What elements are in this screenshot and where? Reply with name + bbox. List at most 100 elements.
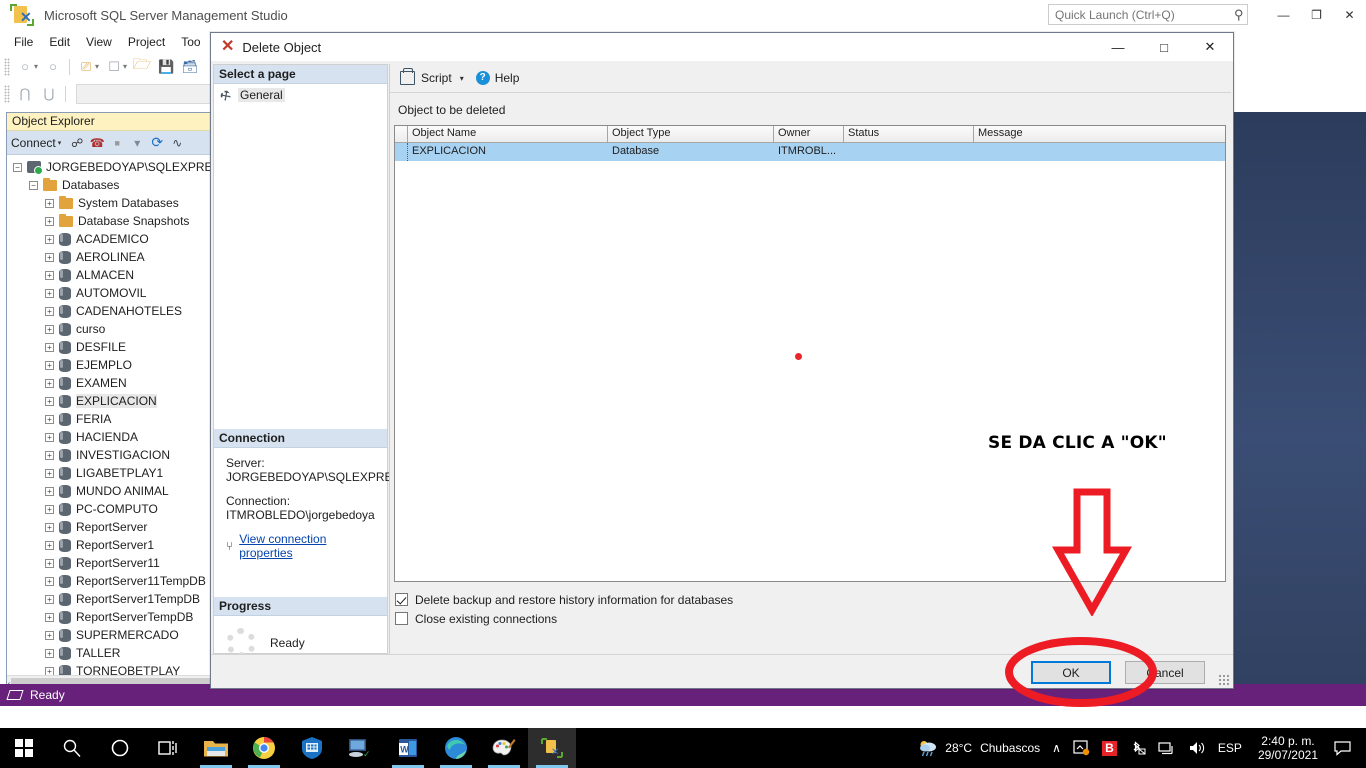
expand-icon[interactable]: + [45, 612, 54, 622]
tree-node[interactable]: + LIGABETPLAY1 [7, 464, 217, 482]
connect-button[interactable]: Connect [11, 136, 56, 150]
tree-node[interactable]: + DESFILE [7, 338, 217, 356]
chevron-up-icon[interactable]: ∧ [1046, 741, 1067, 755]
checkbox-delete-backup-history[interactable] [395, 593, 408, 606]
connect-object-explorer-icon[interactable]: ⋂ [14, 84, 36, 104]
file-explorer-icon[interactable] [192, 728, 240, 768]
onedrive-sync-icon[interactable] [1067, 740, 1096, 756]
column-header-owner[interactable]: Owner [774, 126, 844, 143]
expand-icon[interactable]: + [45, 450, 54, 460]
tree-node[interactable]: + TORNEOBETPLAY [7, 662, 217, 675]
tree-node[interactable]: + Database Snapshots [7, 212, 217, 230]
expand-icon[interactable]: + [45, 594, 54, 604]
quick-launch-input[interactable] [1055, 5, 1227, 24]
cortana-icon[interactable] [96, 728, 144, 768]
script-icon[interactable] [400, 68, 415, 85]
search-icon[interactable]: ⚲ [1234, 7, 1244, 23]
save-all-icon[interactable]: 🗃 [179, 57, 201, 77]
disconnect-object-explorer-icon[interactable]: ⋃ [38, 84, 60, 104]
tree-node[interactable]: + MUNDO ANIMAL [7, 482, 217, 500]
expand-icon[interactable]: + [45, 486, 54, 496]
toolbar-grip[interactable] [4, 57, 10, 76]
expand-icon[interactable]: + [45, 270, 54, 280]
checkbox-close-existing-connections-row[interactable]: Close existing connections [395, 609, 733, 628]
tree-node[interactable]: + ReportServer11TempDB [7, 572, 217, 590]
expand-icon[interactable]: + [45, 378, 54, 388]
expand-icon[interactable]: + [45, 396, 54, 406]
tree-node[interactable]: + ReportServer1TempDB [7, 590, 217, 608]
bitdefender-icon[interactable]: B [1096, 740, 1123, 756]
tree-node[interactable]: + EXAMEN [7, 374, 217, 392]
dialog-close-button[interactable]: ✕ [1187, 33, 1233, 61]
tree-node[interactable]: + EXPLICACION [7, 392, 217, 410]
expand-icon[interactable]: + [45, 540, 54, 550]
expand-icon[interactable]: + [45, 288, 54, 298]
expand-icon[interactable]: + [45, 360, 54, 370]
navigate-back-icon[interactable]: ○ [14, 57, 36, 77]
windows-security-icon[interactable] [288, 728, 336, 768]
navigate-forward-icon[interactable]: ○ [42, 57, 64, 77]
expand-icon[interactable]: + [45, 216, 54, 226]
filter-icon[interactable]: ▾ [128, 134, 146, 152]
tree-node[interactable]: + INVESTIGACION [7, 446, 217, 464]
expand-icon[interactable]: + [45, 432, 54, 442]
view-connection-properties-link[interactable]: View connection properties [239, 532, 379, 560]
tree-node[interactable]: + EJEMPLO [7, 356, 217, 374]
tree-node[interactable]: + ALMACEN [7, 266, 217, 284]
tree-node[interactable]: + ReportServer1 [7, 536, 217, 554]
tree-node[interactable]: + CADENAHOTELES [7, 302, 217, 320]
expand-icon[interactable]: + [45, 666, 54, 675]
expand-icon[interactable]: + [45, 558, 54, 568]
new-query-dropdown-icon[interactable]: ▾ [95, 62, 99, 71]
expand-icon[interactable]: + [45, 342, 54, 352]
collapse-icon[interactable]: − [29, 180, 38, 190]
script-button-label[interactable]: Script [421, 71, 452, 85]
dialog-maximize-button[interactable]: □ [1141, 33, 1187, 61]
menu-item-file[interactable]: File [6, 32, 41, 52]
open-file-icon[interactable]: 🗁 [131, 56, 153, 77]
help-icon[interactable]: ? [475, 71, 490, 85]
view-connection-properties-row[interactable]: ⑂ View connection properties [226, 532, 379, 560]
expand-icon[interactable]: + [45, 324, 54, 334]
taskbar-clock[interactable]: 2:40 p. m. 29/07/2021 [1248, 734, 1328, 762]
expand-icon[interactable]: + [45, 198, 54, 208]
tree-node[interactable]: + ACADEMICO [7, 230, 217, 248]
refresh-icon[interactable]: ⟳ [148, 134, 166, 152]
disconnect-icon[interactable]: ☎ [88, 134, 106, 152]
page-list[interactable]: ⚒ General [214, 84, 387, 105]
navigate-back-dropdown-icon[interactable]: ▾ [34, 62, 38, 71]
stop-icon[interactable]: ■ [108, 134, 126, 152]
expand-icon[interactable]: + [45, 306, 54, 316]
column-header-status[interactable]: Status [844, 126, 974, 143]
menu-item-view[interactable]: View [78, 32, 120, 52]
toolbar-grip-2[interactable] [4, 85, 10, 103]
network-icon[interactable] [1152, 740, 1182, 756]
volume-icon[interactable] [1182, 740, 1212, 756]
expand-icon[interactable]: + [45, 522, 54, 532]
help-button-label[interactable]: Help [495, 71, 520, 85]
object-explorer-tree[interactable]: − JORGEBEDOYAP\SQLEXPRESS − Databases + Syste… [7, 156, 217, 675]
page-item-general[interactable]: ⚒ General [217, 87, 387, 105]
menu-item-edit[interactable]: Edit [41, 32, 78, 52]
new-project-dropdown-icon[interactable]: ▾ [123, 62, 127, 71]
task-view-icon[interactable] [144, 728, 192, 768]
table-row[interactable]: EXPLICACION Database ITMROBL... [395, 143, 1225, 161]
tree-node[interactable]: + AUTOMOVIL [7, 284, 217, 302]
checkbox-close-existing-connections[interactable] [395, 612, 408, 625]
tree-node[interactable]: − Databases [7, 176, 217, 194]
window-close-button[interactable]: ✕ [1333, 0, 1366, 30]
expand-icon[interactable]: + [45, 630, 54, 640]
window-maximize-button[interactable]: ❐ [1300, 0, 1333, 30]
expand-icon[interactable]: + [45, 252, 54, 262]
tree-node[interactable]: − JORGEBEDOYAP\SQLEXPRESS [7, 158, 217, 176]
tree-node[interactable]: + ReportServerTempDB [7, 608, 217, 626]
bluetooth-off-icon[interactable] [1123, 740, 1152, 756]
new-query-icon[interactable]: ⎚ [75, 57, 97, 77]
google-chrome-icon[interactable] [240, 728, 288, 768]
tree-node[interactable]: + SUPERMERCADO [7, 626, 217, 644]
tree-node[interactable]: + HACIENDA [7, 428, 217, 446]
column-header-message[interactable]: Message [974, 126, 1225, 143]
checkbox-delete-backup-history-row[interactable]: Delete backup and restore history inform… [395, 590, 733, 609]
tree-node[interactable]: + AEROLINEA [7, 248, 217, 266]
tree-node[interactable]: + System Databases [7, 194, 217, 212]
